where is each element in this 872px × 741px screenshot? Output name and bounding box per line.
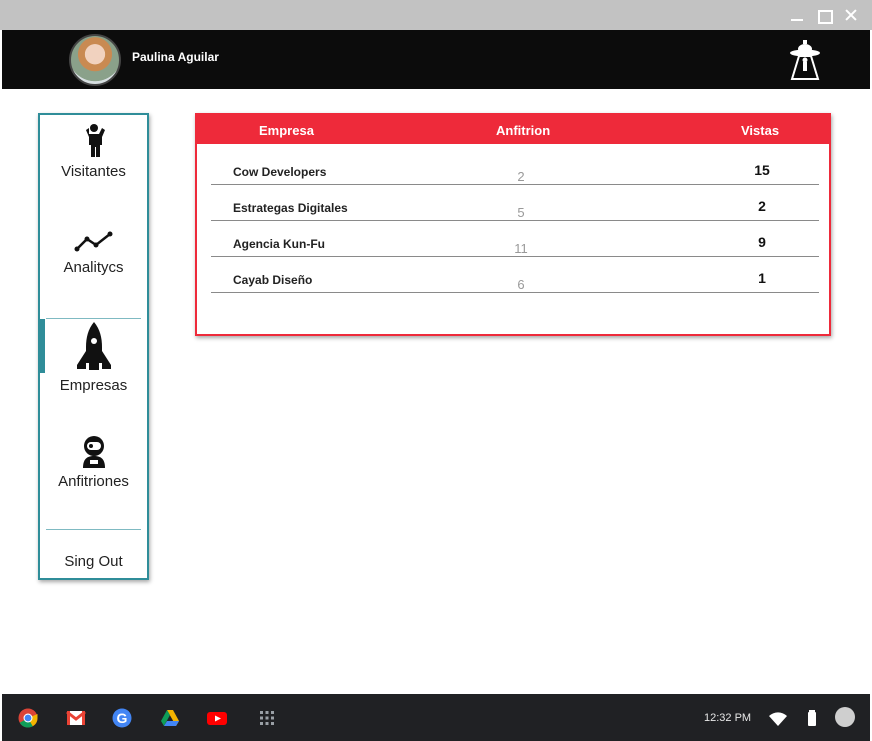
drive-icon[interactable] [160, 708, 180, 728]
close-icon[interactable] [843, 7, 859, 23]
account-avatar[interactable] [835, 707, 855, 727]
cell-anfitrion: 5 [517, 205, 525, 220]
youtube-icon[interactable] [207, 708, 227, 728]
chrome-icon[interactable] [18, 708, 38, 728]
cell-anfitrion: 6 [517, 277, 525, 292]
window-titlebar [0, 0, 872, 30]
svg-text:G: G [117, 710, 128, 726]
wifi-icon[interactable] [768, 708, 788, 728]
user-name: Paulina Aguilar [132, 50, 219, 64]
companies-table: Empresa Anfitrion Vistas Cow Developers … [195, 113, 831, 336]
avatar[interactable] [69, 34, 121, 86]
rocket-icon [76, 322, 111, 370]
table-row[interactable]: Cayab Diseño 6 1 [211, 257, 819, 293]
cell-empresa: Cayab Diseño [233, 273, 313, 287]
sidebar-item-label: Visitantes [61, 163, 126, 180]
cell-empresa: Cow Developers [233, 165, 327, 179]
google-icon[interactable]: G [112, 708, 132, 728]
cell-vistas: 9 [758, 234, 766, 250]
cell-vistas: 2 [758, 198, 766, 214]
minimize-icon[interactable] [789, 7, 805, 23]
person-icon [85, 124, 105, 157]
cell-empresa: Agencia Kun-Fu [233, 237, 325, 251]
cell-anfitrion: 2 [517, 169, 525, 184]
cell-anfitrion: 11 [514, 241, 528, 256]
sidebar-item-analitycs[interactable]: Analitycs [40, 229, 147, 276]
sidebar-item-label: Analitycs [63, 259, 124, 276]
sidebar-item-label: Anfitriones [58, 473, 129, 490]
cell-vistas: 1 [758, 270, 766, 286]
sidebar-item-label: Empresas [59, 377, 128, 394]
divider [46, 529, 141, 530]
clock[interactable]: 12:32 PM [704, 712, 751, 724]
taskbar: G 12:32 PM [2, 694, 870, 741]
signout-button[interactable]: Sing Out [40, 549, 147, 570]
sidebar-item-visitantes[interactable]: Visitantes [40, 123, 147, 180]
table-row[interactable]: Estrategas Digitales 5 2 [211, 185, 819, 221]
sidebar-item-anfitriones[interactable]: Anfitriones [40, 435, 147, 490]
divider [46, 318, 141, 319]
cell-empresa: Estrategas Digitales [233, 201, 348, 215]
sidebar: Visitantes Analitycs Empresas Anfitrione… [38, 113, 149, 580]
ufo-logo-icon [790, 40, 820, 80]
table-header: Empresa Anfitrion Vistas [197, 115, 829, 144]
battery-icon[interactable] [802, 708, 822, 728]
signout-label: Sing Out [64, 553, 123, 570]
astronaut-icon [82, 436, 105, 468]
table-row[interactable]: Cow Developers 2 15 [211, 149, 819, 185]
table-row[interactable]: Agencia Kun-Fu 11 9 [211, 221, 819, 257]
column-header-empresa[interactable]: Empresa [259, 123, 314, 138]
cell-vistas: 15 [754, 162, 770, 178]
gmail-icon[interactable] [66, 708, 86, 728]
sidebar-item-empresas[interactable]: Empresas [40, 321, 147, 394]
column-header-vistas[interactable]: Vistas [741, 123, 779, 138]
trend-line-icon [74, 231, 112, 252]
launcher-icon[interactable] [257, 708, 277, 728]
column-header-anfitrion[interactable]: Anfitrion [496, 123, 550, 138]
maximize-icon[interactable] [816, 7, 833, 24]
app-header: Paulina Aguilar [2, 30, 870, 89]
